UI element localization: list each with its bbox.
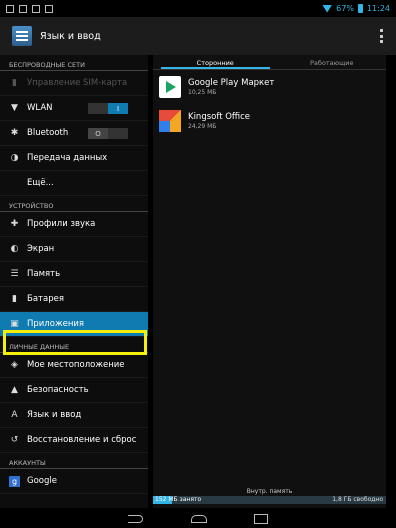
sim-icon: ▮ — [12, 78, 17, 88]
location-icon: ◈ — [11, 360, 18, 370]
storage-icon: ☰ — [10, 269, 19, 279]
settings-sidebar: БЕСПРОВОДНЫЕ СЕТИ ▮ Управление SIM-карта… — [0, 55, 148, 508]
storage-used: 152 МБ занято — [155, 496, 202, 503]
apps-panel: Сторонние Работающие Google Play Маркет … — [153, 55, 386, 508]
sidebar-item-backup[interactable]: ↺ Восстановление и сброс — [0, 428, 148, 453]
wlan-toggle[interactable]: I — [88, 103, 128, 114]
kingsoft-office-icon — [159, 110, 181, 132]
apps-icon: ▣ — [10, 319, 19, 329]
app-size: 24,29 МБ — [188, 123, 217, 130]
sidebar-item-more[interactable]: Ещё... — [0, 171, 148, 196]
sidebar-item-sim[interactable]: ▮ Управление SIM-карта — [0, 71, 148, 96]
wifi-icon: ▼ — [11, 103, 18, 113]
image-icon — [45, 4, 53, 13]
status-bar: 67% 11:24 — [0, 0, 396, 17]
sidebar-item-security[interactable]: ▲ Безопасность — [0, 378, 148, 403]
sidebar-item-location[interactable]: ◈ Мое местоположение — [0, 353, 148, 378]
restore-icon: ↺ — [10, 435, 19, 445]
navigation-bar — [0, 508, 396, 528]
storage-usage: Внутр. память 152 МБ занято 1,8 ГБ свобо… — [153, 488, 386, 506]
settings-app-icon[interactable] — [12, 26, 32, 46]
tab-running[interactable]: Работающие — [278, 55, 387, 69]
home-icon[interactable] — [188, 512, 208, 524]
sidebar-item-language[interactable]: A Язык и ввод — [0, 403, 148, 428]
section-header-accounts: АККАУНТЫ — [0, 453, 148, 469]
usb-icon — [6, 4, 14, 13]
action-bar: Язык и ввод — [0, 17, 396, 55]
sidebar-item-sound[interactable]: ✚ Профили звука — [0, 212, 148, 237]
app-name: Google Play Маркет — [188, 78, 275, 88]
battery-icon: ▮ — [12, 294, 17, 304]
storage-free: 1,8 ГБ свободно — [332, 496, 383, 503]
sidebar-item-google[interactable]: g Google — [0, 469, 148, 494]
lock-icon: ▲ — [11, 385, 18, 395]
clock: 11:24 — [366, 4, 390, 13]
google-icon: g — [9, 475, 20, 487]
storage-label: Внутр. память — [246, 488, 293, 495]
sidebar-item-storage[interactable]: ☰ Память — [0, 262, 148, 287]
apps-tabs: Сторонние Работающие — [153, 55, 386, 69]
battery-icon — [357, 4, 363, 13]
page-title: Язык и ввод — [40, 30, 101, 42]
notification-icons — [6, 4, 53, 13]
section-header-personal: ЛИЧНЫЕ ДАННЫЕ — [0, 337, 148, 353]
overflow-menu-icon[interactable] — [380, 29, 384, 43]
app-list-item[interactable]: Google Play Маркет 10,25 МБ — [153, 70, 386, 104]
sound-icon: ✚ — [10, 219, 19, 229]
tab-downloaded[interactable]: Сторонние — [161, 55, 270, 69]
language-icon: A — [11, 410, 18, 420]
sidebar-item-data-usage[interactable]: ◑ Передача данных — [0, 146, 148, 171]
data-usage-icon: ◑ — [10, 153, 19, 163]
section-header-device: УСТРОЙСТВО — [0, 196, 148, 212]
bluetooth-icon: ✱ — [10, 128, 19, 138]
app-size: 10,25 МБ — [188, 89, 217, 96]
sidebar-item-bluetooth[interactable]: ✱ Bluetooth O — [0, 121, 148, 146]
sdcard-icon — [19, 4, 27, 13]
warning-icon — [32, 4, 40, 13]
section-header-wireless: БЕСПРОВОДНЫЕ СЕТИ — [0, 55, 148, 71]
bluetooth-toggle[interactable]: O — [88, 128, 128, 139]
app-list-item[interactable]: Kingsoft Office 24,29 МБ — [153, 104, 386, 138]
display-icon: ◐ — [10, 244, 19, 254]
storage-bar: 152 МБ занято 1,8 ГБ свободно — [153, 496, 386, 504]
google-play-icon — [159, 76, 181, 98]
recent-apps-icon[interactable] — [250, 512, 270, 524]
app-name: Kingsoft Office — [188, 112, 251, 122]
sidebar-item-battery[interactable]: ▮ Батарея — [0, 287, 148, 312]
wifi-signal-icon — [322, 4, 333, 13]
sidebar-item-wlan[interactable]: ▼ WLAN I — [0, 96, 148, 121]
back-icon[interactable] — [126, 512, 146, 524]
battery-percent: 67% — [336, 4, 354, 13]
sidebar-item-display[interactable]: ◐ Экран — [0, 237, 148, 262]
sidebar-item-apps[interactable]: ▣ Приложения — [0, 312, 148, 337]
